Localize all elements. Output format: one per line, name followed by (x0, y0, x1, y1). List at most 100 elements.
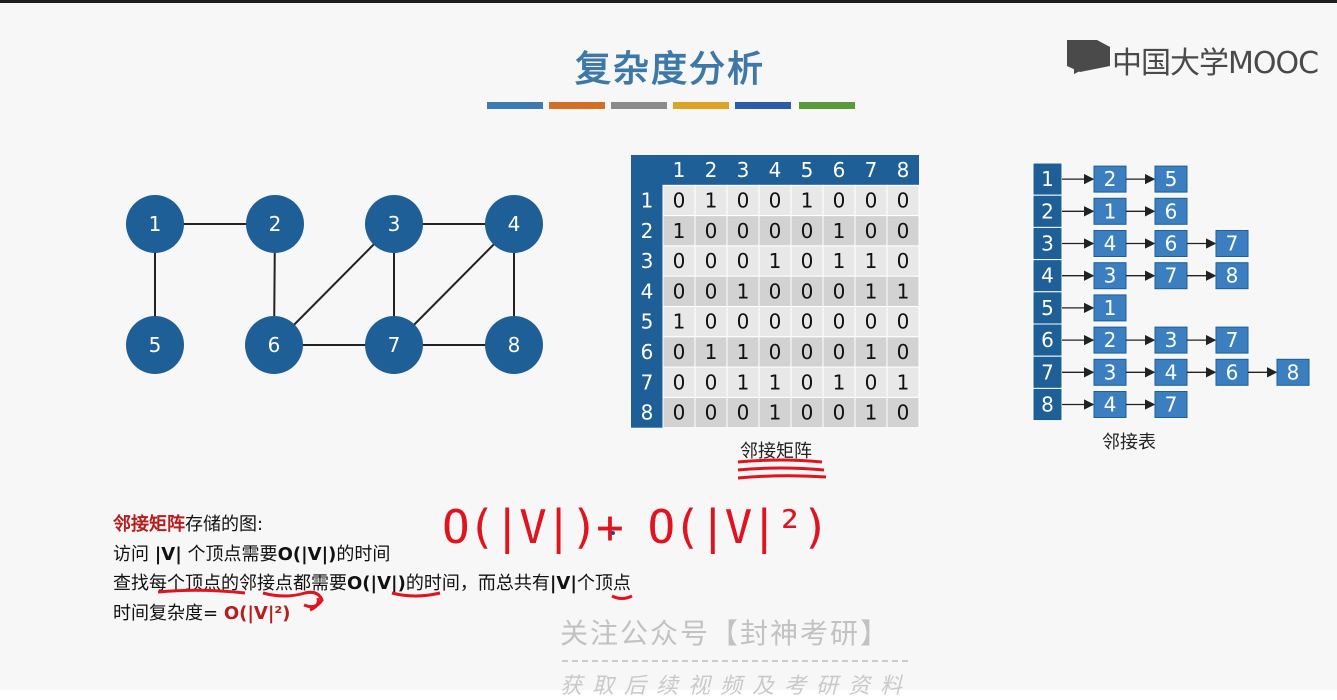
matrix-col-header-8: 8 (897, 158, 910, 182)
watermark-line-1: 关注公众号【封神考研】 (560, 617, 891, 650)
watermark-divider (562, 660, 908, 662)
graph-node-label-2: 2 (269, 212, 282, 236)
note-line-2-a: 访问 (113, 544, 155, 565)
matrix-value-4-5: 0 (801, 279, 814, 303)
matrix-col-header-5: 5 (801, 158, 814, 182)
adjlist-node-label-3-1: 6 (1165, 232, 1178, 256)
note-line-3-e: 个顶点 (576, 573, 631, 594)
matrix-row-header-1: 1 (641, 188, 654, 212)
matrix-value-2-5: 0 (801, 219, 814, 243)
note-line-4: 时间复杂度= O(|V|²) (113, 599, 291, 625)
graph-node-label-3: 3 (388, 212, 401, 236)
matrix-value-3-3: 0 (737, 249, 750, 273)
note-line-1-rest: 存储的图: (185, 514, 264, 535)
matrix-value-3-7: 1 (865, 249, 878, 273)
note-line-2: 访问 |V| 个顶点需要O(|V|)的时间 (113, 540, 390, 566)
matrix-value-5-6: 0 (833, 310, 846, 334)
matrix-value-3-1: 0 (673, 249, 686, 273)
graph-node-label-5: 5 (149, 333, 162, 357)
adjlist-head-label-4: 4 (1041, 264, 1054, 288)
matrix-col-header-7: 7 (865, 158, 878, 182)
matrix-value-7-2: 0 (705, 370, 718, 394)
matrix-value-1-8: 0 (897, 188, 910, 212)
matrix-value-2-4: 0 (769, 219, 782, 243)
note-line-3: 查找每个顶点的邻接点都需要O(|V|)的时间，而总共有|V|个顶点 (113, 569, 631, 595)
matrix-value-6-1: 0 (673, 340, 686, 364)
matrix-value-2-6: 1 (833, 219, 846, 243)
graph-node-label-7: 7 (388, 333, 401, 357)
graph-node-label-4: 4 (508, 212, 521, 236)
adjlist-node-label-4-0: 3 (1104, 264, 1117, 288)
matrix-value-5-7: 0 (865, 310, 878, 334)
matrix-value-2-7: 0 (865, 219, 878, 243)
matrix-value-4-1: 0 (673, 279, 686, 303)
matrix-value-5-8: 0 (897, 310, 910, 334)
note-line-2-c: 个顶点需要 (181, 544, 278, 565)
matrix-value-6-5: 0 (801, 340, 814, 364)
adjlist-node-label-2-0: 1 (1104, 199, 1117, 223)
matrix-value-1-4: 0 (769, 188, 782, 212)
matrix-value-3-6: 1 (833, 249, 846, 273)
adjlist-head-label-6: 6 (1041, 328, 1054, 352)
matrix-value-6-4: 0 (769, 340, 782, 364)
matrix-value-6-3: 1 (737, 340, 750, 364)
note-line-2-b: |V| (154, 544, 182, 565)
matrix-value-1-7: 0 (865, 188, 878, 212)
note-line-2-d: O(|V|) (277, 544, 337, 565)
handwritten-formula: O(|V|)+ O(|V|²) (442, 500, 829, 554)
matrix-row-header-6: 6 (641, 340, 654, 364)
adjlist-node-label-4-1: 7 (1165, 264, 1178, 288)
matrix-value-3-2: 0 (705, 249, 718, 273)
matrix-value-8-7: 1 (865, 401, 878, 425)
note-line-3-b: O(|V|) (347, 573, 406, 594)
matrix-value-8-1: 0 (673, 401, 686, 425)
adjlist-node-label-4-2: 8 (1226, 264, 1239, 288)
matrix-value-5-2: 0 (705, 310, 718, 334)
matrix-value-4-4: 0 (769, 279, 782, 303)
matrix-value-7-4: 1 (769, 370, 782, 394)
note-line-3-d: |V| (549, 573, 577, 594)
adjlist-node-label-1-1: 5 (1165, 167, 1178, 191)
matrix-value-7-8: 1 (897, 370, 910, 394)
slide: 复杂度分析 中国大学MOOC 1234567811223344556677880… (0, 0, 1337, 699)
matrix-value-8-6: 0 (833, 401, 846, 425)
matrix-row-header-7: 7 (641, 370, 654, 394)
matrix-value-1-2: 1 (705, 188, 718, 212)
matrix-value-7-1: 0 (673, 370, 686, 394)
adjlist-head-label-3: 3 (1041, 232, 1054, 256)
adjlist-node-label-1-0: 2 (1104, 167, 1117, 191)
matrix-col-header-1: 1 (673, 158, 686, 182)
matrix-value-7-6: 1 (833, 370, 846, 394)
matrix-row-header-8: 8 (641, 401, 654, 425)
matrix-value-6-7: 1 (865, 340, 878, 364)
adjlist-head-label-1: 1 (1041, 167, 1054, 191)
adjlist-node-label-7-1: 4 (1165, 360, 1178, 384)
matrix-value-4-8: 1 (897, 279, 910, 303)
adjlist-head-label-5: 5 (1041, 296, 1054, 320)
matrix-value-7-3: 1 (737, 370, 750, 394)
matrix-value-7-5: 0 (801, 370, 814, 394)
matrix-col-header-4: 4 (769, 158, 782, 182)
matrix-value-1-6: 0 (833, 188, 846, 212)
matrix-col-header-3: 3 (737, 158, 750, 182)
matrix-value-2-8: 0 (897, 219, 910, 243)
adjlist-node-label-8-1: 7 (1165, 393, 1178, 417)
matrix-value-1-1: 0 (673, 188, 686, 212)
note-line-3-a: 查找每个顶点的邻接点都需要 (113, 573, 347, 594)
matrix-value-8-3: 0 (737, 401, 750, 425)
matrix-value-8-2: 0 (705, 401, 718, 425)
adjlist-caption: 邻接表 (1102, 432, 1156, 453)
graph-node-label-1: 1 (149, 212, 162, 236)
matrix-value-5-5: 0 (801, 310, 814, 334)
matrix-value-2-2: 0 (705, 219, 718, 243)
matrix-value-5-4: 0 (769, 310, 782, 334)
adjlist-head-label-7: 7 (1041, 360, 1054, 384)
matrix-value-4-6: 0 (833, 279, 846, 303)
matrix-value-8-8: 0 (897, 401, 910, 425)
adjlist-node-label-8-0: 4 (1104, 393, 1117, 417)
matrix-value-2-1: 1 (673, 219, 686, 243)
matrix-value-3-8: 0 (897, 249, 910, 273)
matrix-value-3-5: 0 (801, 249, 814, 273)
note-line-3-c: 的时间，而总共有 (405, 573, 550, 594)
adjlist-node-label-5-0: 1 (1104, 296, 1117, 320)
